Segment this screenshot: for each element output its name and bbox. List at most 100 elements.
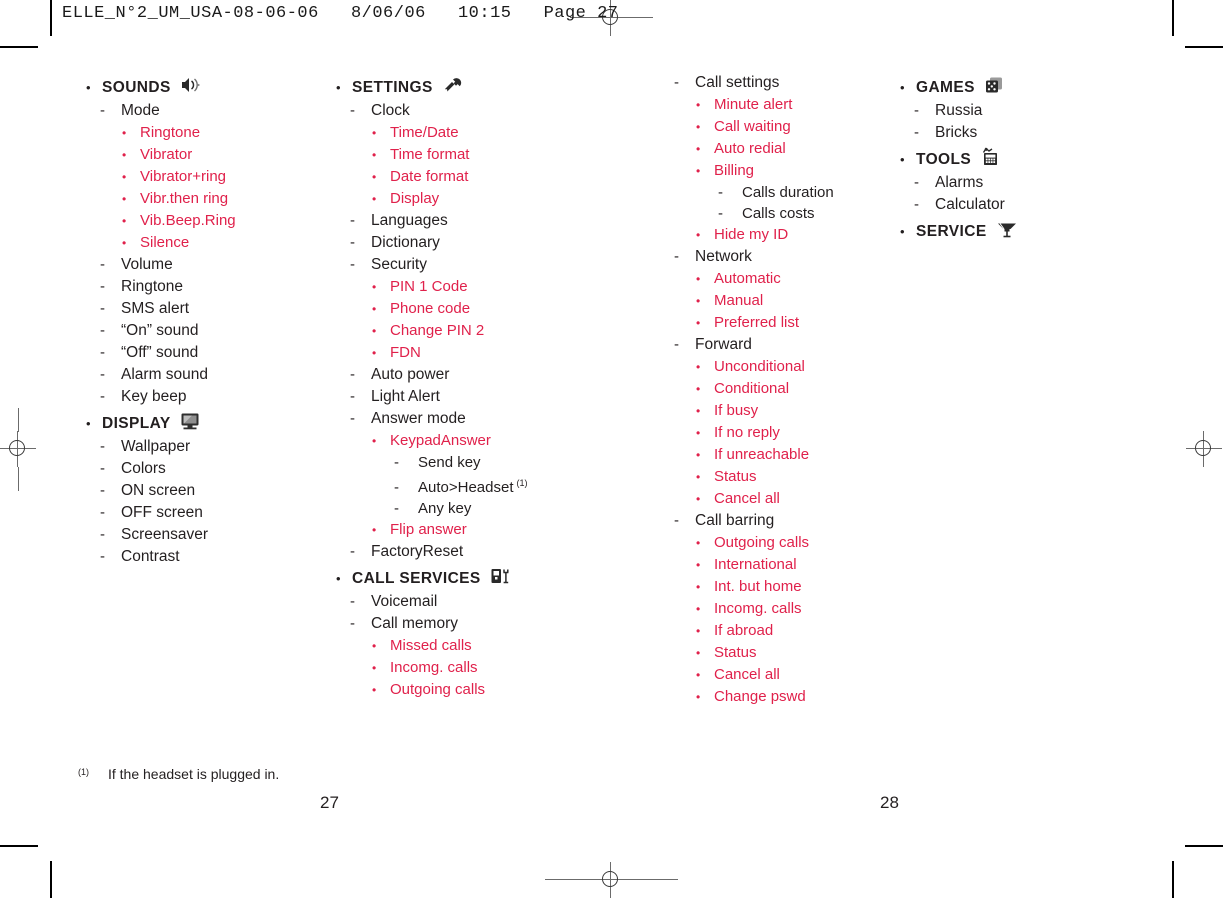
menu-item-row[interactable]: • If no reply: [696, 422, 887, 444]
menu-item-row[interactable]: • Minute alert: [696, 94, 887, 116]
menu-item-row[interactable]: - Key beep: [100, 386, 318, 408]
menu-item-row[interactable]: - Auto power: [350, 364, 578, 386]
menu-item-row[interactable]: • Unconditional: [696, 356, 887, 378]
menu-item-row[interactable]: • Display: [372, 188, 578, 210]
menu-item-row[interactable]: • Vibrator+ring: [122, 166, 318, 188]
menu-item-row[interactable]: • Cancel all: [696, 488, 887, 510]
menu-item-row[interactable]: • Hide my ID: [696, 224, 887, 246]
menu-item-row[interactable]: - Calls costs: [718, 203, 887, 224]
menu-section-header[interactable]: • TOOLS: [900, 144, 1132, 172]
menu-item-row[interactable]: - Security: [350, 254, 578, 276]
menu-item-row[interactable]: - Call barring: [674, 510, 887, 532]
menu-item-label: Manual: [714, 292, 764, 309]
menu-item-row[interactable]: • Auto redial: [696, 138, 887, 160]
menu-item-row[interactable]: • Cancel all: [696, 664, 887, 686]
menu-item-row[interactable]: • Phone code: [372, 298, 578, 320]
menu-item-row[interactable]: - Network: [674, 246, 887, 268]
menu-item-row[interactable]: - Mode: [100, 100, 318, 122]
menu-item-row[interactable]: • Ringtone: [122, 122, 318, 144]
menu-section: • SETTINGS - Clock • Time/Date • Time format • Da…: [328, 72, 578, 563]
menu-item-row[interactable]: • FDN: [372, 342, 578, 364]
menu-item-row[interactable]: • Conditional: [696, 378, 887, 400]
menu-item-row[interactable]: • Incomg. calls: [372, 657, 578, 679]
menu-item-row[interactable]: - Any key: [394, 498, 578, 519]
dash-marker: -: [100, 438, 105, 455]
menu-item-row[interactable]: • Vibrator: [122, 144, 318, 166]
menu-item-row[interactable]: - Bricks: [914, 122, 1132, 144]
menu-item-row[interactable]: - FactoryReset: [350, 541, 578, 563]
menu-item-row[interactable]: • Status: [696, 466, 887, 488]
menu-item-row[interactable]: • International: [696, 554, 887, 576]
menu-item-row[interactable]: - Calculator: [914, 194, 1132, 216]
menu-item-row[interactable]: • Outgoing calls: [372, 679, 578, 701]
menu-item-row[interactable]: - Call settings: [674, 72, 887, 94]
menu-item-row[interactable]: - OFF screen: [100, 502, 318, 524]
menu-section-header[interactable]: • CALL SERVICES: [336, 563, 578, 591]
bullet-marker: •: [696, 360, 701, 374]
menu-item-row[interactable]: • Preferred list: [696, 312, 887, 334]
menu-item-row[interactable]: - Send key: [394, 452, 578, 473]
menu-item-row[interactable]: • Date format: [372, 166, 578, 188]
menu-item-row[interactable]: - Screensaver: [100, 524, 318, 546]
menu-item-row[interactable]: • Manual: [696, 290, 887, 312]
menu-item-row[interactable]: • Silence: [122, 232, 318, 254]
menu-item-row[interactable]: • Vibr.then ring: [122, 188, 318, 210]
menu-section-header[interactable]: • GAMES: [900, 72, 1132, 100]
menu-item: - Calculator: [892, 194, 1132, 216]
menu-item-row[interactable]: - Light Alert: [350, 386, 578, 408]
menu-item-row[interactable]: - Ringtone: [100, 276, 318, 298]
dash-marker: -: [100, 322, 105, 339]
menu-item-row[interactable]: - Russia: [914, 100, 1132, 122]
menu-item-row[interactable]: • Call waiting: [696, 116, 887, 138]
menu-item-row[interactable]: - “On” sound: [100, 320, 318, 342]
menu-item-row[interactable]: • If unreachable: [696, 444, 887, 466]
menu-item-row[interactable]: • Change pswd: [696, 686, 887, 708]
menu-item-row[interactable]: - Auto>Headset (1): [394, 473, 578, 498]
menu-item-row[interactable]: • Billing: [696, 160, 887, 182]
menu-item-row[interactable]: - “Off” sound: [100, 342, 318, 364]
menu-item-row[interactable]: - Answer mode: [350, 408, 578, 430]
menu-item-row[interactable]: - SMS alert: [100, 298, 318, 320]
menu-item-row[interactable]: - Volume: [100, 254, 318, 276]
menu-item-row[interactable]: - Contrast: [100, 546, 318, 568]
menu-item-row[interactable]: • Automatic: [696, 268, 887, 290]
menu-item-row[interactable]: • Missed calls: [372, 635, 578, 657]
menu-item-row[interactable]: • Status: [696, 642, 887, 664]
menu-item-row[interactable]: • KeypadAnswer: [372, 430, 578, 452]
menu-item-row[interactable]: • Incomg. calls: [696, 598, 887, 620]
menu-item-row[interactable]: - Forward: [674, 334, 887, 356]
menu-item-row[interactable]: • If busy: [696, 400, 887, 422]
menu-item: - Clock • Time/Date • Time format • Date format…: [328, 100, 578, 210]
menu-section-header[interactable]: • SOUNDS: [86, 72, 318, 100]
menu-item-row[interactable]: • Flip answer: [372, 519, 578, 541]
menu-item-row[interactable]: • PIN 1 Code: [372, 276, 578, 298]
menu-item-row[interactable]: - Dictionary: [350, 232, 578, 254]
menu-item-row[interactable]: • If abroad: [696, 620, 887, 642]
menu-item: - Ringtone: [78, 276, 318, 298]
menu-item-row[interactable]: • Time/Date: [372, 122, 578, 144]
menu-item-row[interactable]: - Clock: [350, 100, 578, 122]
menu-section-header[interactable]: • DISPLAY: [86, 408, 318, 436]
bullet-marker: •: [122, 214, 127, 228]
menu-item-label: Vibrator+ring: [140, 168, 227, 185]
menu-item-row[interactable]: - Call memory: [350, 613, 578, 635]
menu-item: • Time format: [328, 144, 578, 166]
menu-section-header[interactable]: • SETTINGS: [336, 72, 578, 100]
menu-item-row[interactable]: • Time format: [372, 144, 578, 166]
menu-item-row[interactable]: - Voicemail: [350, 591, 578, 613]
menu-item-row[interactable]: • Change PIN 2: [372, 320, 578, 342]
menu-item-row[interactable]: - ON screen: [100, 480, 318, 502]
menu-item-row[interactable]: • Int. but home: [696, 576, 887, 598]
menu-item-label: Date format: [390, 168, 469, 185]
menu-item-row[interactable]: • Outgoing calls: [696, 532, 887, 554]
menu-item-row[interactable]: - Colors: [100, 458, 318, 480]
menu-item-row[interactable]: • Vib.Beep.Ring: [122, 210, 318, 232]
registration-mark-right: [1186, 431, 1222, 467]
menu-item-row[interactable]: - Languages: [350, 210, 578, 232]
menu-item-label: Contrast: [121, 548, 180, 565]
menu-item-row[interactable]: - Alarm sound: [100, 364, 318, 386]
menu-item-row[interactable]: - Calls duration: [718, 182, 887, 203]
menu-section-header[interactable]: • SERVICE: [900, 216, 1132, 244]
menu-item-row[interactable]: - Alarms: [914, 172, 1132, 194]
menu-item-row[interactable]: - Wallpaper: [100, 436, 318, 458]
